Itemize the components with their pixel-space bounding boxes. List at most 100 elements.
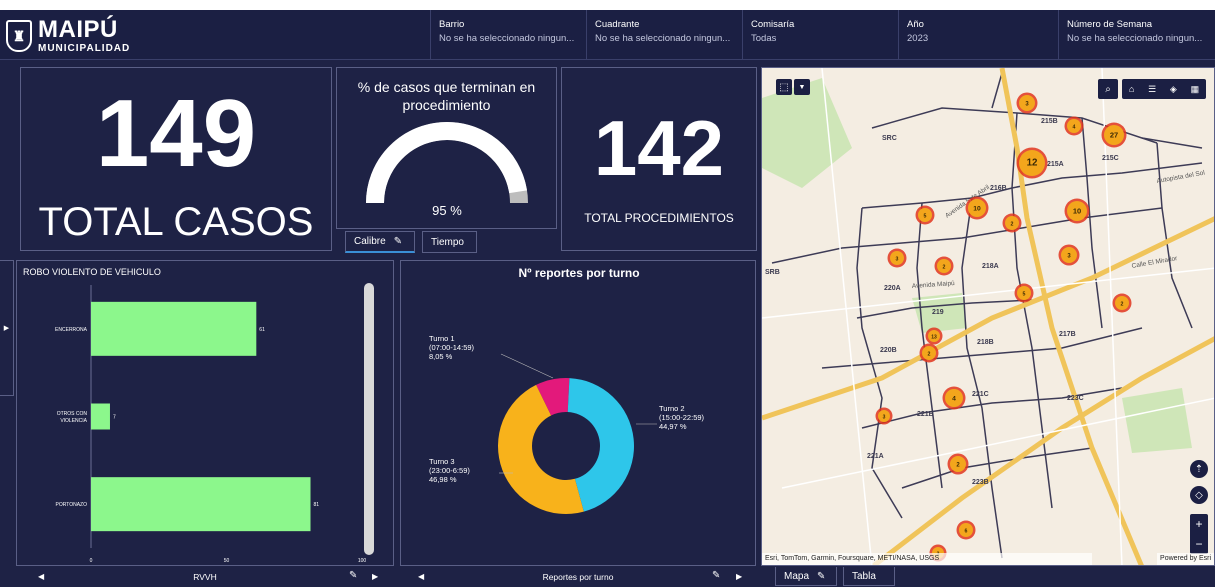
incident-cluster[interactable]: 12 bbox=[1016, 147, 1048, 179]
home-icon[interactable]: ⌂ bbox=[1129, 84, 1134, 94]
tab-label: Tabla bbox=[852, 570, 876, 582]
bar[interactable] bbox=[91, 403, 110, 430]
locate-icon[interactable]: ◇ bbox=[1190, 486, 1208, 504]
incident-cluster[interactable]: 3 bbox=[1016, 92, 1038, 114]
incident-cluster[interactable]: 10 bbox=[1064, 198, 1090, 224]
incident-cluster[interactable]: 3 bbox=[875, 407, 893, 425]
district-label: SRC bbox=[882, 135, 897, 142]
incident-cluster[interactable]: 2 bbox=[947, 453, 969, 475]
pencil-icon[interactable]: ✎ bbox=[712, 570, 720, 581]
district-label: 215A bbox=[1047, 161, 1064, 168]
kpi-value: 149 bbox=[95, 80, 257, 187]
svg-text:10: 10 bbox=[973, 206, 981, 213]
incident-cluster[interactable]: 2 bbox=[919, 343, 939, 363]
filter-label: Número de Semana bbox=[1067, 19, 1153, 30]
filter-anio[interactable]: Año 2023 bbox=[898, 10, 1058, 60]
map-toolbar: ⌂ ☰ ◈ ▦ bbox=[1122, 79, 1206, 99]
compass-icon[interactable]: ⇡ bbox=[1190, 460, 1208, 478]
map-canvas[interactable]: Autopista del Sol Avenida Maipú Calle El… bbox=[762, 68, 1215, 566]
category-label: PORTONAZO bbox=[56, 502, 88, 508]
filter-cuadrante[interactable]: Cuadrante No se ha seleccionado ningun..… bbox=[586, 10, 742, 60]
x-tick-label: 50 bbox=[224, 558, 230, 564]
incident-cluster[interactable]: 2 bbox=[1002, 213, 1022, 233]
bar[interactable] bbox=[91, 301, 257, 356]
tab-tiempo[interactable]: Tiempo bbox=[422, 231, 477, 253]
kpi-label: TOTAL CASOS bbox=[38, 200, 314, 244]
municipality-logo: ♜ MAIPÚ MUNICIPALIDAD bbox=[6, 16, 166, 56]
incident-cluster[interactable]: 4 bbox=[942, 386, 966, 410]
incident-cluster[interactable]: 2 bbox=[1112, 293, 1132, 313]
filter-comisaria[interactable]: Comisaría Todas bbox=[742, 10, 898, 60]
incident-cluster[interactable]: 27 bbox=[1101, 122, 1127, 148]
pencil-icon: ✎ bbox=[393, 236, 403, 247]
side-panel-toggle[interactable]: ▶ bbox=[0, 260, 14, 396]
gauge-fill bbox=[366, 122, 528, 204]
district-label: 221B bbox=[917, 411, 934, 418]
next-arrow-icon[interactable]: ▶ bbox=[372, 572, 378, 581]
tab-tabla[interactable]: Tabla bbox=[843, 567, 895, 586]
category-label: OTROS CON VIOLENCIA bbox=[57, 411, 88, 424]
data-label: 81 bbox=[314, 502, 320, 508]
layers-icon[interactable]: ◈ bbox=[1170, 84, 1177, 95]
district-label: 218A bbox=[982, 263, 999, 270]
dashboard-app: ♜ MAIPÚ MUNICIPALIDAD Barrio No se ha se… bbox=[0, 10, 1215, 587]
road-label: Autopista del Sol bbox=[1156, 170, 1206, 185]
select-tool-icon[interactable]: ⬚ bbox=[776, 79, 792, 95]
incident-cluster[interactable]: 10 bbox=[965, 196, 989, 220]
svg-text:13: 13 bbox=[931, 335, 937, 341]
filter-value: Todas bbox=[751, 33, 777, 44]
gauge-value-text: 95 % bbox=[432, 203, 462, 218]
footer-label: Reportes por turno bbox=[542, 572, 614, 582]
district-label: SRB bbox=[765, 269, 780, 276]
x-tick-label: 0 bbox=[90, 558, 93, 564]
filter-label: Año bbox=[907, 19, 924, 30]
filter-label: Barrio bbox=[439, 19, 465, 30]
leader-line bbox=[500, 353, 554, 379]
search-icon[interactable]: ⌕ bbox=[1098, 79, 1118, 99]
basemap-icon[interactable]: ▦ bbox=[1191, 84, 1200, 95]
district-label: 219 bbox=[932, 309, 944, 316]
kpi-label: TOTAL PROCEDIMIENTOS bbox=[584, 211, 734, 225]
incident-cluster[interactable]: 5 bbox=[1014, 283, 1034, 303]
incident-cluster[interactable]: 3 bbox=[887, 248, 907, 268]
data-label: 61 bbox=[259, 327, 265, 333]
incident-cluster[interactable]: 5 bbox=[915, 205, 935, 225]
map-clusters[interactable]: 3412271010523325213243263 bbox=[875, 92, 1132, 562]
bar-chart-footer: ◀ RVVH ✎ ▶ bbox=[16, 568, 394, 586]
tab-label: Tiempo bbox=[431, 236, 464, 248]
esri-attribution[interactable]: Powered by Esri bbox=[1157, 553, 1214, 565]
district-label: 221C bbox=[972, 391, 989, 398]
district-label: 223C bbox=[1067, 395, 1084, 402]
svg-text:2: 2 bbox=[928, 352, 931, 358]
district-label: 220B bbox=[880, 347, 897, 354]
map-panel[interactable]: Autopista del Sol Avenida Maipú Calle El… bbox=[761, 67, 1215, 566]
svg-text:6: 6 bbox=[965, 529, 968, 535]
incident-cluster[interactable]: 4 bbox=[1064, 116, 1084, 136]
filter-value: No se ha seleccionado ningun... bbox=[595, 33, 731, 44]
kpi-value: 142 bbox=[593, 104, 725, 192]
chevron-down-icon[interactable]: ▼ bbox=[794, 79, 810, 95]
bar[interactable] bbox=[91, 477, 311, 532]
district-label: 223B bbox=[972, 479, 989, 486]
next-arrow-icon[interactable]: ▶ bbox=[736, 572, 742, 581]
incident-cluster[interactable]: 3 bbox=[1058, 244, 1080, 266]
tab-mapa[interactable]: Mapa ✎ bbox=[775, 567, 837, 586]
filter-numero-semana[interactable]: Número de Semana No se ha seleccionado n… bbox=[1058, 10, 1215, 60]
map-streets bbox=[762, 68, 1214, 565]
tab-label: Calibre bbox=[354, 236, 386, 247]
filter-barrio[interactable]: Barrio No se ha seleccionado ningun... bbox=[430, 10, 586, 60]
incident-cluster[interactable]: 6 bbox=[956, 520, 976, 540]
pencil-icon[interactable]: ✎ bbox=[349, 570, 357, 581]
district-label: 220A bbox=[884, 285, 901, 292]
legend-icon[interactable]: ☰ bbox=[1148, 84, 1156, 95]
zoom-in-button[interactable]: + bbox=[1190, 514, 1208, 534]
zoom-out-button[interactable]: − bbox=[1190, 534, 1208, 554]
incident-cluster[interactable]: 2 bbox=[934, 256, 954, 276]
incident-cluster[interactable]: 13 bbox=[925, 327, 943, 345]
header-bar: ♜ MAIPÚ MUNICIPALIDAD Barrio No se ha se… bbox=[0, 10, 1215, 60]
scrollbar[interactable] bbox=[364, 283, 374, 555]
shield-icon: ♜ bbox=[6, 20, 32, 52]
tab-calibre[interactable]: Calibre ✎ bbox=[345, 231, 415, 253]
donut-chart: Nº reportes por turno Turno 1 (07:00-14:5… bbox=[429, 266, 705, 514]
chevron-right-icon: ▶ bbox=[3, 325, 10, 332]
